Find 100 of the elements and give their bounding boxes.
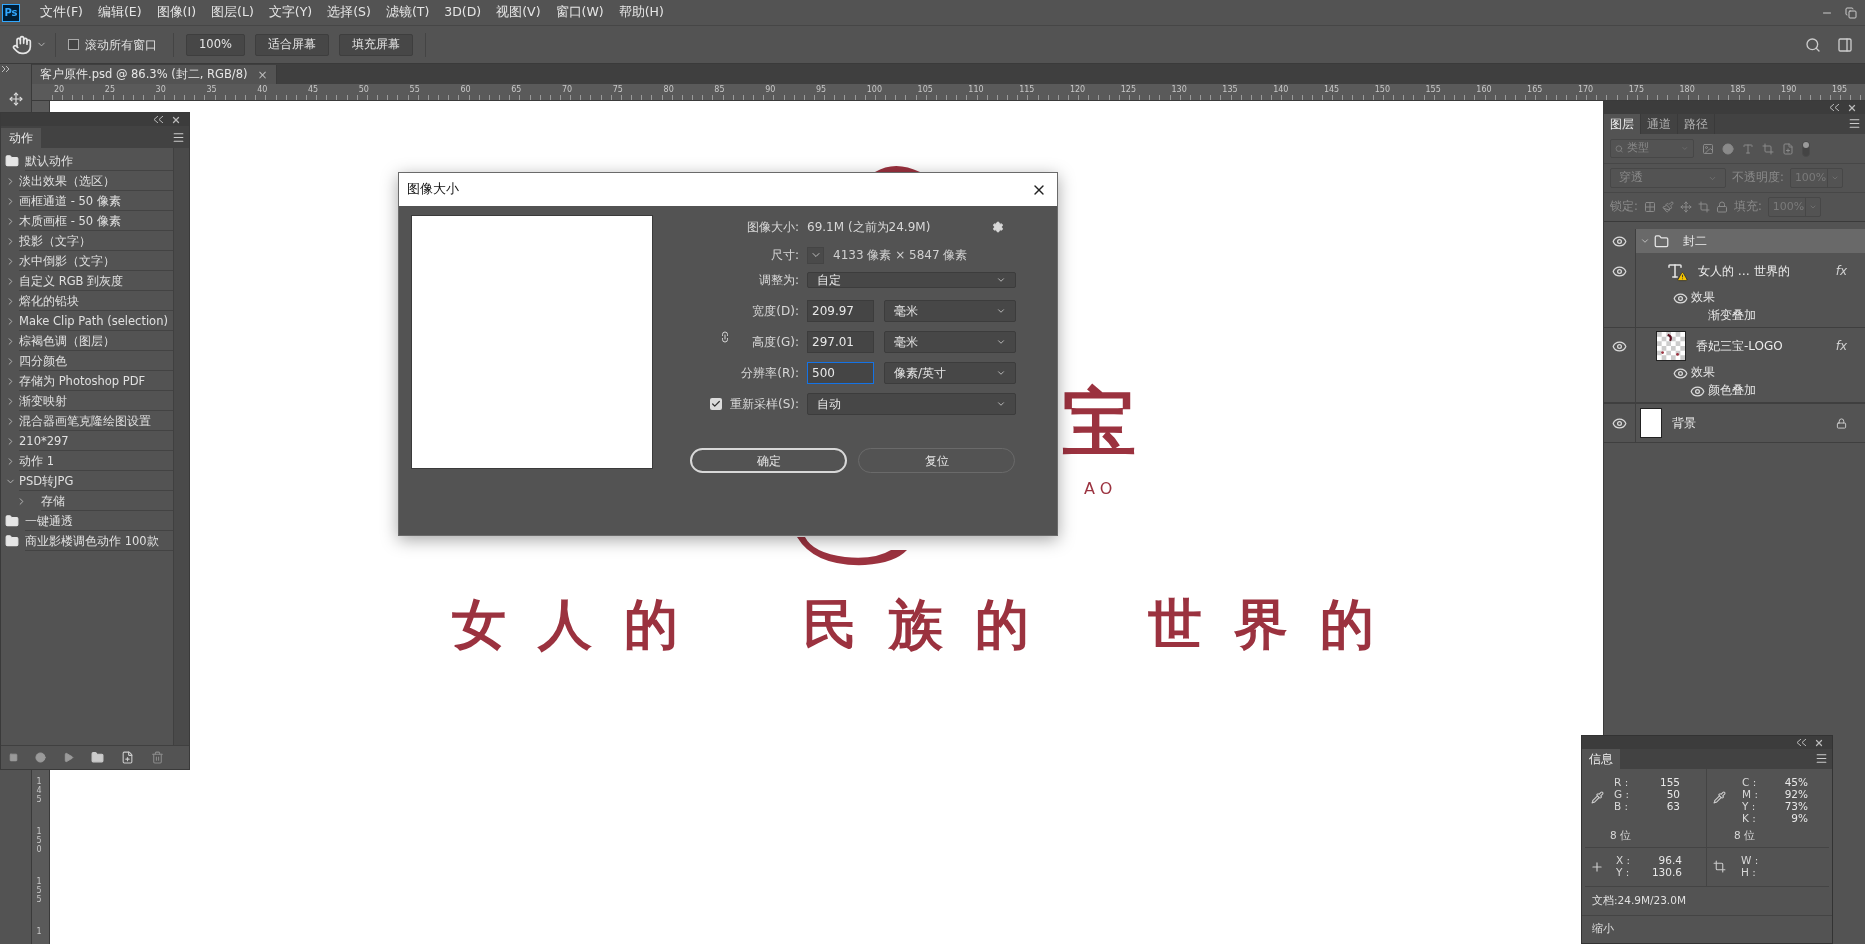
menu-item[interactable]: 视图(V) <box>496 3 541 22</box>
menu-item[interactable]: 图层(L) <box>211 3 254 22</box>
zoom-button[interactable]: 填充屏幕 <box>338 33 413 56</box>
fx-badge[interactable]: fx <box>1835 262 1847 280</box>
zoom-button[interactable]: 100% <box>186 33 245 56</box>
collapse-icon[interactable] <box>1830 104 1839 111</box>
play-icon[interactable] <box>63 752 74 763</box>
eye-icon[interactable] <box>1612 415 1627 431</box>
record-icon[interactable] <box>35 752 46 763</box>
ruler-label: 85 <box>713 84 725 95</box>
checkbox[interactable] <box>68 39 79 50</box>
eye-icon[interactable] <box>1690 383 1705 399</box>
checkbox[interactable] <box>709 398 722 410</box>
dimensions-dropdown[interactable] <box>807 246 824 264</box>
folder-icon[interactable] <box>5 534 19 548</box>
workspace-icon[interactable] <box>1837 36 1853 53</box>
ruler-label: 175 <box>1627 84 1644 95</box>
new-action-icon[interactable] <box>121 751 134 764</box>
eye-icon[interactable] <box>1612 233 1627 249</box>
type-filter-icon[interactable] <box>1742 142 1754 155</box>
chevron-down-icon <box>996 399 1006 409</box>
panel-menu-icon[interactable] <box>1815 752 1828 765</box>
dialog-button[interactable]: 确定 <box>690 448 847 473</box>
info-label: K : <box>1742 811 1757 827</box>
menu-item[interactable]: 滤镜(T) <box>385 3 430 22</box>
menu-item[interactable]: 3D(D) <box>444 3 482 22</box>
layer-row[interactable]: 封二 <box>1636 229 1865 253</box>
restore-icon[interactable] <box>1845 6 1857 19</box>
info-value: 9% <box>1790 811 1808 827</box>
trash-icon[interactable] <box>151 751 164 764</box>
checkbox-label: 滚动所有窗口 <box>85 36 157 54</box>
folder-icon[interactable] <box>5 514 19 528</box>
adjustment-filter-icon[interactable] <box>1722 142 1734 155</box>
menu-item[interactable]: 编辑(E) <box>97 3 142 22</box>
ruler-label: 90 <box>764 84 776 95</box>
unit-select[interactable]: 毫米 <box>884 331 1016 353</box>
expand-toolbar-icon[interactable] <box>2 66 10 72</box>
ruler-label: 30 <box>154 84 166 95</box>
pixel-filter-icon[interactable] <box>1702 142 1714 155</box>
document-tab[interactable]: 客户原件.psd @ 86.3% (封二, RGB/8) × <box>32 65 277 84</box>
toggle-knob <box>1803 141 1809 148</box>
logo-text: AO <box>1084 481 1118 497</box>
lock-transparency-icon[interactable] <box>1643 201 1656 213</box>
menu-item[interactable]: 选择(S) <box>327 3 371 22</box>
unit-select[interactable]: 像素/英寸 <box>884 362 1016 384</box>
menu-item[interactable]: 帮助(H) <box>618 3 664 22</box>
search-icon <box>1615 143 1624 154</box>
link-icon[interactable] <box>719 331 731 343</box>
resample-select[interactable]: 自动 <box>807 393 1016 415</box>
collapse-icon[interactable] <box>1797 739 1806 746</box>
hand-tool-icon[interactable] <box>12 34 32 55</box>
fx-badge[interactable]: fx <box>1835 337 1847 355</box>
shape-filter-icon[interactable] <box>1762 142 1774 155</box>
panel-tab[interactable]: 图层 <box>1604 114 1641 134</box>
dimensions-value: 4133 像素 × 5847 像素 <box>833 247 968 264</box>
number-field[interactable]: 297.01 <box>807 331 874 353</box>
tab-close[interactable]: × <box>257 65 268 84</box>
menu-item[interactable]: 窗口(W) <box>555 3 604 22</box>
menu-item[interactable]: 文件(F) <box>40 3 83 22</box>
settings-icon[interactable] <box>992 221 1004 233</box>
number-field[interactable]: 500 <box>807 362 874 384</box>
smart-object-filter-icon[interactable] <box>1782 142 1794 155</box>
app-logo[interactable]: Ps <box>2 3 20 22</box>
lock-pixels-icon[interactable] <box>1661 201 1674 213</box>
menu-item[interactable]: 文字(Y) <box>268 3 313 22</box>
fit-to-select[interactable]: 自定 <box>807 272 1016 288</box>
eyedropper-icon[interactable] <box>1591 791 1604 804</box>
eye-icon[interactable] <box>1673 365 1688 381</box>
ruler-label: 110 <box>967 84 984 95</box>
eyedropper-icon[interactable] <box>1713 791 1726 804</box>
eye-icon[interactable] <box>1612 338 1627 354</box>
ruler-label: 80 <box>662 84 674 95</box>
stop-icon[interactable] <box>9 753 18 762</box>
number-field[interactable]: 209.97 <box>807 300 874 322</box>
chevron-down-icon <box>1830 174 1839 182</box>
new-set-icon[interactable] <box>91 751 104 764</box>
collapse-icon[interactable] <box>154 116 163 123</box>
info-label: G : <box>1614 787 1630 802</box>
menu-item[interactable]: 图像(I) <box>156 3 197 22</box>
effects-label: 效果 <box>1691 289 1715 307</box>
close-icon[interactable] <box>1847 102 1857 113</box>
search-icon[interactable] <box>1805 36 1821 53</box>
eye-icon[interactable] <box>1673 290 1688 306</box>
close-icon[interactable] <box>1814 737 1824 748</box>
panel-tab[interactable]: 动作 <box>1 128 41 148</box>
panel-menu-icon[interactable] <box>172 131 185 144</box>
expand-icon[interactable] <box>1640 236 1650 246</box>
lock-artboard-icon[interactable] <box>1697 201 1710 213</box>
lock-all-icon[interactable] <box>1715 201 1728 213</box>
panel-menu-icon[interactable] <box>1848 117 1861 130</box>
lock-position-icon[interactable] <box>1679 201 1692 213</box>
close-icon[interactable] <box>171 114 181 125</box>
document-title: 客户原件.psd @ 86.3% (封二, RGB/8) <box>40 65 248 83</box>
folder-icon[interactable] <box>5 154 19 168</box>
filter-toggle[interactable] <box>1802 140 1810 157</box>
unit-select[interactable]: 毫米 <box>884 300 1016 322</box>
zoom-button[interactable]: 适合屏幕 <box>254 33 329 56</box>
eye-icon[interactable] <box>1612 263 1627 279</box>
move-tool-icon[interactable] <box>8 92 23 106</box>
panel-tab[interactable]: 信息 <box>1582 749 1620 769</box>
